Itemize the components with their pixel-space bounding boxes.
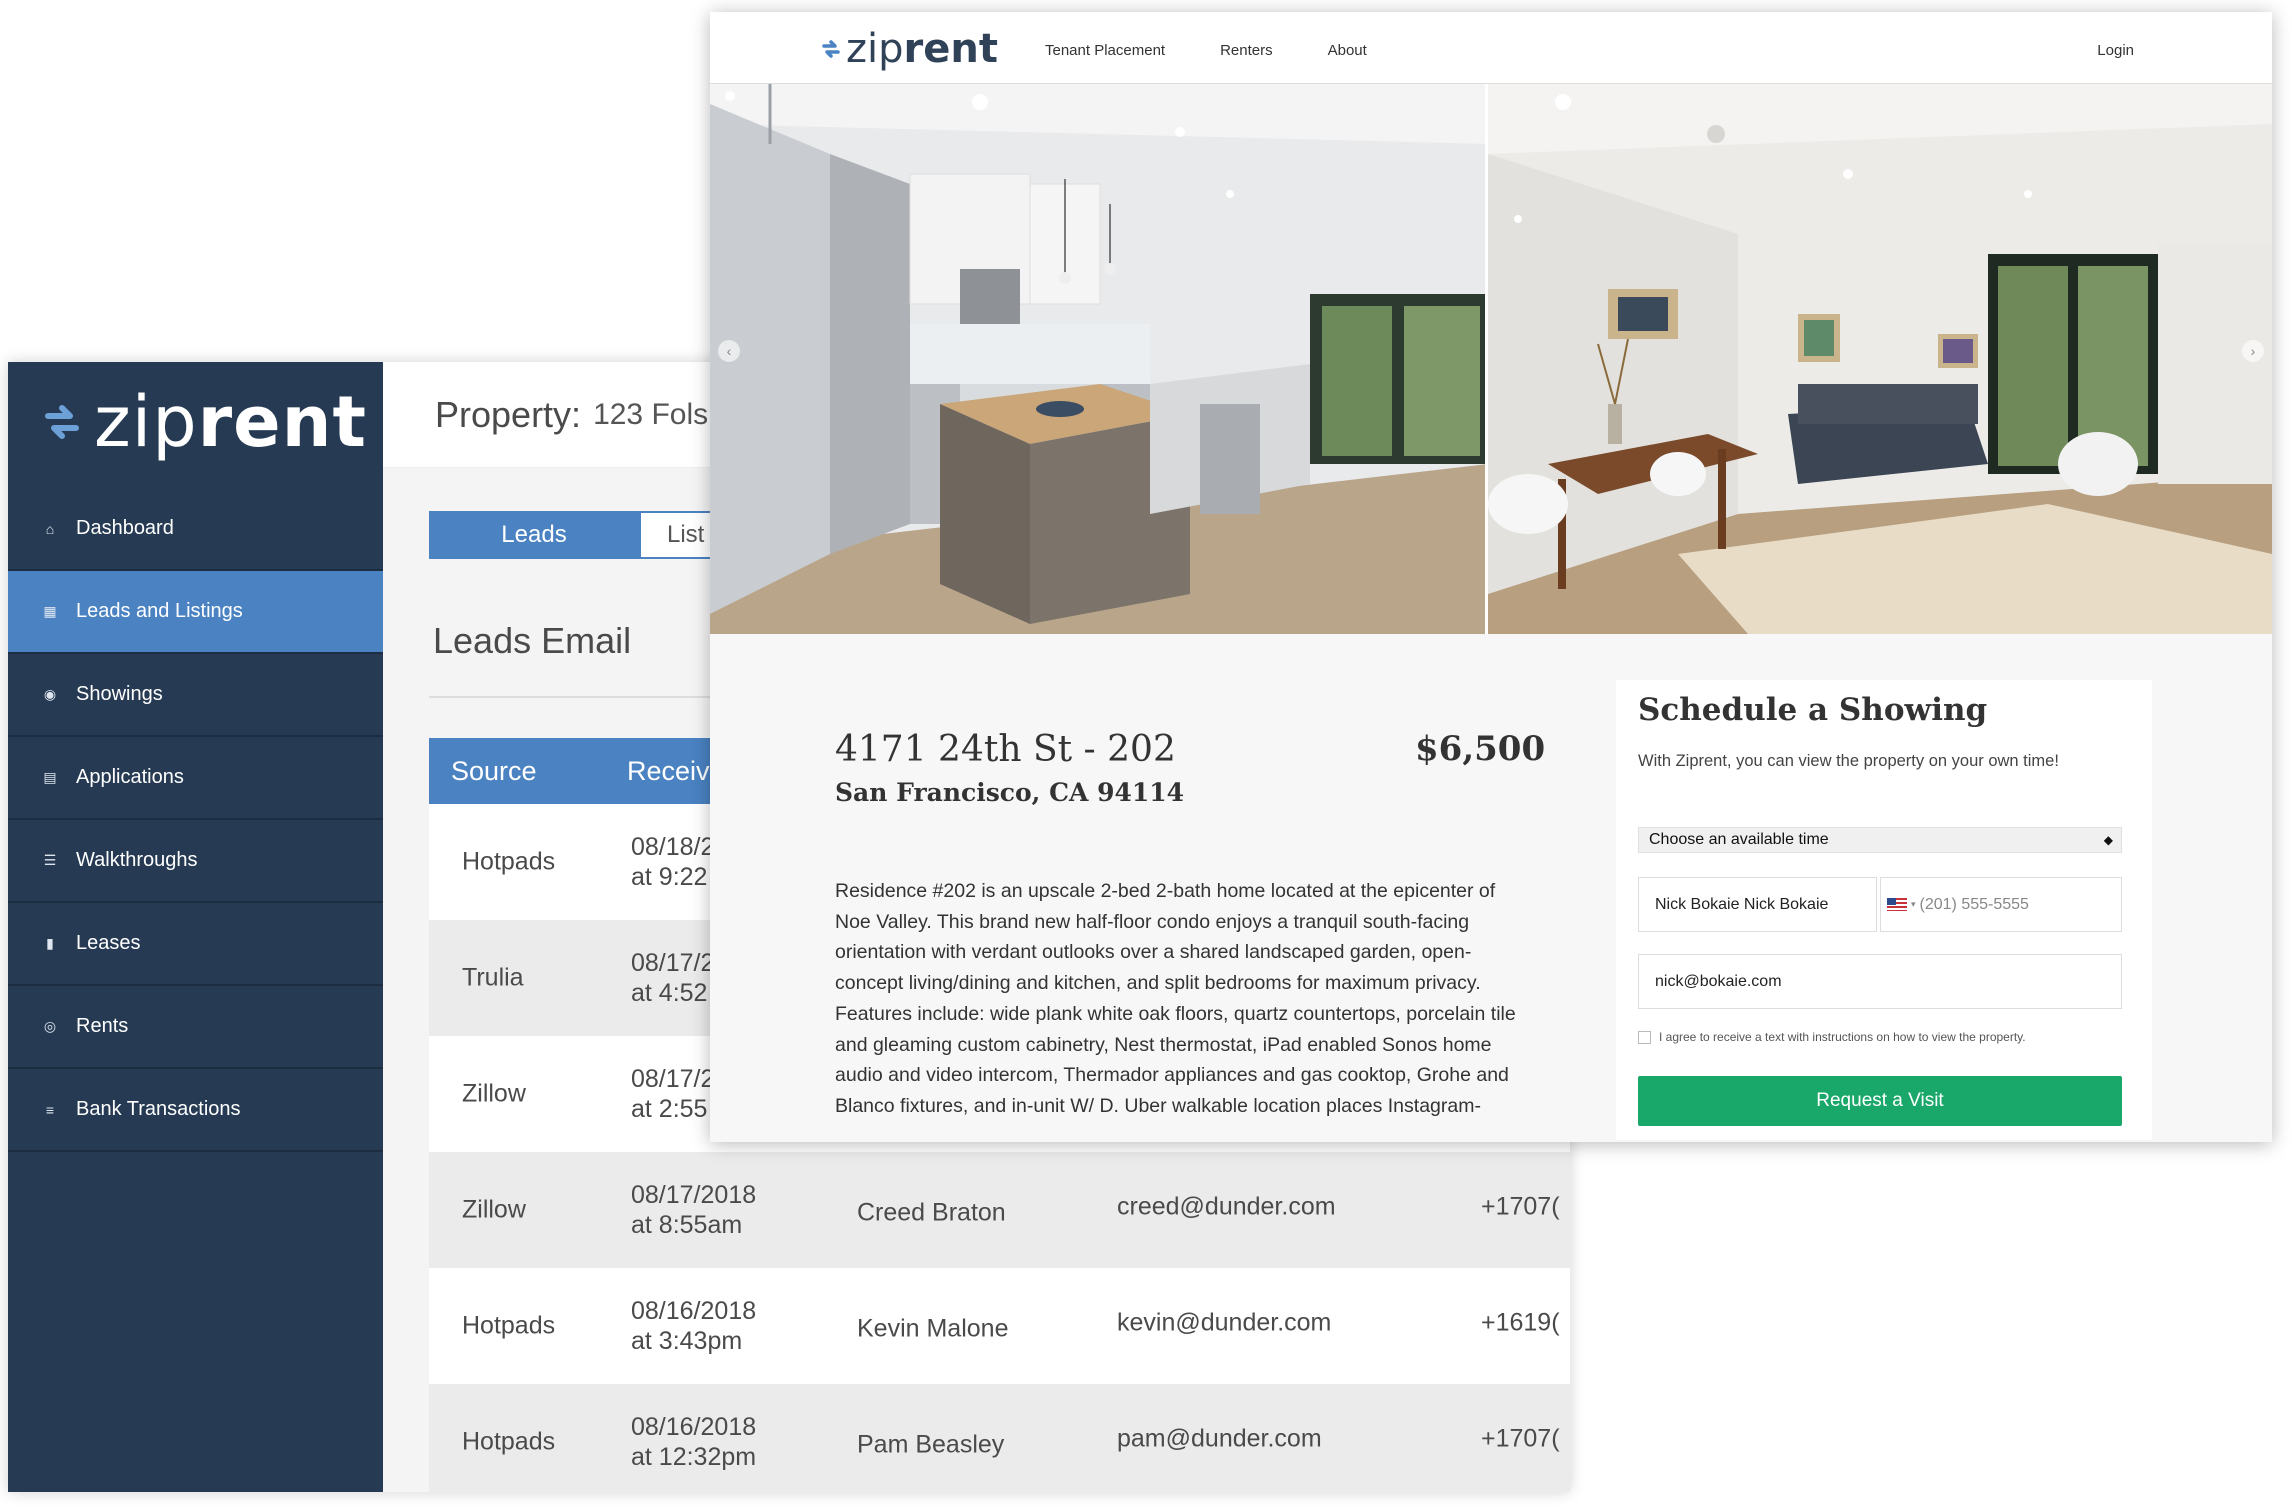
cell-source: Hotpads <box>462 1427 556 1456</box>
kitchen-photo[interactable]: ‹ <box>710 84 1488 634</box>
living-room-photo-image <box>1488 84 2272 634</box>
cell-name: Kevin Malone <box>857 1314 1009 1343</box>
listing-price: $6,500 <box>1415 729 1546 769</box>
ziprent-logo[interactable]: ziprent <box>8 362 383 482</box>
request-visit-button[interactable]: Request a Visit <box>1638 1076 2122 1126</box>
sidebar-item-label: Dashboard <box>76 517 174 539</box>
consent-checkbox[interactable] <box>1638 1030 1651 1044</box>
consent-checkbox-row: I agree to receive a text with instructi… <box>1638 1030 2026 1044</box>
sidebar-item-dashboard[interactable]: ⌂ Dashboard <box>8 488 383 571</box>
form-title: Schedule a Showing <box>1638 692 1988 728</box>
eye-icon: ◉ <box>43 686 57 702</box>
consent-label: I agree to receive a text with instructi… <box>1659 1030 2026 1044</box>
listing-city: San Francisco, CA 94114 <box>835 778 1185 807</box>
sidebar: ziprent ⌂ Dashboard ▦ Leads and Listings ◉… <box>8 362 383 1492</box>
name-field[interactable]: Nick Bokaie Nick Bokaie <box>1638 877 1877 932</box>
section-title: Leads Email <box>433 620 632 661</box>
money-icon: ◎ <box>43 1018 57 1034</box>
logo-wordmark: ziprent <box>94 381 367 463</box>
site-header: ziprent Tenant Placement Renters About L… <box>710 12 2272 84</box>
living-room-photo[interactable]: › <box>1488 84 2272 634</box>
logo-wordmark: ziprent <box>846 26 998 72</box>
phone-field[interactable]: ▾ (201) 555-5555 <box>1880 877 2122 932</box>
listing-details: 4171 24th St - 202 San Francisco, CA 941… <box>710 634 2272 1142</box>
sidebar-item-label: Leases <box>76 932 141 954</box>
ziprent-logo-icon <box>822 40 840 58</box>
sidebar-item-showings[interactable]: ◉ Showings <box>8 654 383 737</box>
file-icon: ▤ <box>43 769 57 785</box>
nav-link-tenant-placement[interactable]: Tenant Placement <box>1045 42 1165 59</box>
ziprent-logo[interactable]: ziprent <box>820 26 998 72</box>
cell-received: 08/17/2 at 2:55 <box>631 1065 715 1123</box>
site-nav: Tenant Placement Renters About <box>1045 42 1422 59</box>
sidebar-item-label: Showings <box>76 683 163 705</box>
page-icon: ▮ <box>46 935 54 951</box>
us-flag-icon[interactable] <box>1887 898 1907 911</box>
phone-placeholder: (201) 555-5555 <box>1919 895 2029 913</box>
login-link[interactable]: Login <box>2097 42 2134 59</box>
caret-down-icon[interactable]: ▾ <box>1911 899 1916 910</box>
list-icon: ☰ <box>43 852 57 868</box>
sidebar-item-label: Bank Transactions <box>76 1098 241 1120</box>
cell-name: Creed Braton <box>857 1198 1006 1227</box>
cell-phone: +1707( <box>1481 1192 1560 1221</box>
sidebar-item-label: Applications <box>76 766 184 788</box>
cell-received: 08/17/2018 at 8:55am <box>631 1181 757 1239</box>
cell-received: 08/16/2018 at 12:32pm <box>631 1413 757 1471</box>
column-header-received[interactable]: Receiv <box>627 756 710 787</box>
sidebar-item-label: Rents <box>76 1015 129 1037</box>
ledger-icon: ≡ <box>45 1101 55 1118</box>
table-row[interactable]: Hotpads 08/16/2018 at 12:32pm Pam Beasley… <box>429 1384 1570 1492</box>
kitchen-photo-image <box>710 84 1485 634</box>
sidebar-item-rents[interactable]: ◎ Rents <box>8 986 383 1069</box>
cell-email[interactable]: creed@dunder.com <box>1117 1193 1336 1222</box>
property-label: Property: <box>435 393 582 435</box>
tab-leads[interactable]: Leads <box>429 511 639 559</box>
table-row[interactable]: Hotpads 08/16/2018 at 3:43pm Kevin Malone… <box>429 1268 1570 1384</box>
cell-name: Pam Beasley <box>857 1430 1005 1459</box>
column-header-source[interactable]: Source <box>451 756 537 787</box>
listing-address: 4171 24th St - 202 <box>835 729 1176 770</box>
cell-email[interactable]: pam@dunder.com <box>1117 1425 1322 1454</box>
sidebar-item-leads-and-listings[interactable]: ▦ Leads and Listings <box>8 571 383 654</box>
photo-gallery: ‹ › <box>710 84 2272 634</box>
sidebar-item-applications[interactable]: ▤ Applications <box>8 737 383 820</box>
gallery-next-arrow[interactable]: › <box>2242 340 2264 362</box>
ziprent-logo-icon <box>45 405 79 439</box>
nav-link-about[interactable]: About <box>1328 42 1367 59</box>
cell-source: Zillow <box>462 1079 526 1108</box>
sidebar-item-leases[interactable]: ▮ Leases <box>8 903 383 986</box>
gallery-prev-arrow[interactable]: ‹ <box>718 340 740 362</box>
cell-source: Hotpads <box>462 1311 556 1340</box>
property-value: 123 Fols <box>593 397 709 431</box>
listing-window: ziprent Tenant Placement Renters About L… <box>710 12 2272 1142</box>
listing-description: Residence #202 is an upscale 2-bed 2-bat… <box>835 880 1516 1117</box>
sidebar-item-walkthroughs[interactable]: ☰ Walkthroughs <box>8 820 383 903</box>
sidebar-nav: ⌂ Dashboard ▦ Leads and Listings ◉ Showings… <box>8 488 383 1152</box>
screenshot-stage: ziprent ⌂ Dashboard ▦ Leads and Listings ◉… <box>0 0 2292 1508</box>
select-arrows-icon: ◆ <box>2103 833 2113 847</box>
form-subtitle: With Ziprent, you can view the property … <box>1638 752 2059 770</box>
cell-received: 08/16/2018 at 3:43pm <box>631 1297 757 1355</box>
nav-link-renters[interactable]: Renters <box>1220 42 1273 59</box>
cell-received: 08/17/2 at 4:52 <box>631 949 715 1007</box>
cell-source: Hotpads <box>462 847 556 876</box>
cell-source: Trulia <box>462 963 524 992</box>
showing-form: Schedule a Showing With Ziprent, you can… <box>1616 680 2152 1140</box>
home-icon: ⌂ <box>45 520 55 537</box>
cell-phone: +1619( <box>1481 1308 1560 1337</box>
sidebar-item-label: Walkthroughs <box>76 849 198 871</box>
table-row[interactable]: Zillow 08/17/2018 at 8:55am Creed Braton … <box>429 1152 1570 1268</box>
sidebar-item-bank-transactions[interactable]: ≡ Bank Transactions <box>8 1069 383 1152</box>
cell-phone: +1707( <box>1481 1424 1560 1453</box>
cell-received: 08/18/2 at 9:22 <box>631 833 715 891</box>
cell-email[interactable]: kevin@dunder.com <box>1117 1309 1331 1338</box>
document-icon: ▦ <box>43 603 57 619</box>
sidebar-item-label: Leads and Listings <box>76 600 243 622</box>
time-select-value: Choose an available time <box>1649 831 1829 848</box>
email-field[interactable]: nick@bokaie.com <box>1638 954 2122 1009</box>
time-select[interactable]: Choose an available time ◆ <box>1638 827 2122 853</box>
cell-source: Zillow <box>462 1195 526 1224</box>
